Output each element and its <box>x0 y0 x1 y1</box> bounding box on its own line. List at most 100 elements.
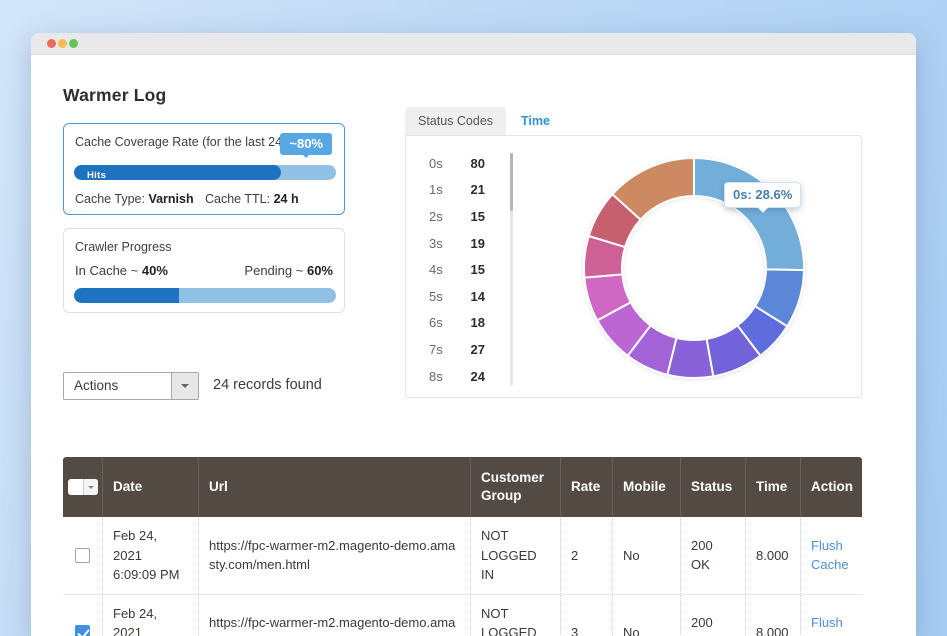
status-list-label: 0s <box>429 156 453 171</box>
column-header-url[interactable]: Url <box>199 457 471 517</box>
chart-panel: 0s801s212s153s194s155s146s187s278s24 0s:… <box>405 135 862 398</box>
action-cell: Flush Cache <box>801 517 862 594</box>
status-cell: 200 OK <box>681 517 746 594</box>
cache-type-value: Varnish <box>148 192 193 206</box>
crawler-progress-card: Crawler Progress In Cache ~ 40% Pending … <box>63 228 345 313</box>
status-list-value: 18 <box>453 315 485 330</box>
status-list-row: 6s18 <box>429 310 485 337</box>
status-list-label: 8s <box>429 369 453 384</box>
window-zoom-button[interactable] <box>69 39 78 48</box>
column-header-time[interactable]: Time <box>746 457 801 517</box>
crawler-progress-title: Crawler Progress <box>75 240 172 254</box>
table-header-checkbox-cell <box>63 457 103 517</box>
date-line: Feb 24, 2021 <box>113 526 188 565</box>
time-cell: 8.000 <box>746 595 801 636</box>
tab-status-codes[interactable]: Status Codes <box>405 107 506 135</box>
crawler-progress-fill <box>74 288 179 303</box>
select-all-checkbox[interactable] <box>68 479 98 495</box>
column-header-date[interactable]: Date <box>103 457 199 517</box>
table-header-row: DateUrlCustomer GroupRateMobileStatusTim… <box>63 457 862 517</box>
cache-coverage-card: Cache Coverage Rate (for the last 24 h) … <box>63 123 345 215</box>
chart-tooltip-text: 0s: 28.6% <box>733 187 792 202</box>
status-list-label: 6s <box>429 315 453 330</box>
coverage-meta: Cache Type: Varnish Cache TTL: 24 h <box>75 192 335 206</box>
status-list-row: 8s24 <box>429 363 485 390</box>
status-list-label: 7s <box>429 342 453 357</box>
status-list-row: 3s19 <box>429 230 485 257</box>
status-list-value: 14 <box>453 289 485 304</box>
status-list-row: 5s14 <box>429 283 485 310</box>
column-header-customer-group[interactable]: Customer Group <box>471 457 561 517</box>
column-header-mobile[interactable]: Mobile <box>613 457 681 517</box>
actions-dropdown-label: Actions <box>74 373 118 399</box>
actions-dropdown-caret-box[interactable] <box>171 373 198 399</box>
window-close-button[interactable] <box>47 39 56 48</box>
crawler-progress-bar <box>74 288 336 303</box>
time-distribution-list: 0s801s212s153s194s155s146s187s278s24 <box>429 150 485 389</box>
flush-cache-link[interactable]: Flush Cache <box>811 613 852 636</box>
row-checkbox-cell <box>63 517 103 594</box>
table-body: Feb 24, 20216:09:09 PMhttps://fpc-warmer… <box>63 517 862 636</box>
coverage-progress-fill: Hits <box>74 165 281 180</box>
status-list-value: 21 <box>453 182 485 197</box>
time-cell: 8.000 <box>746 517 801 594</box>
records-count: 24 records found <box>213 377 322 393</box>
customer-group-cell: NOT LOGGED IN <box>471 595 561 636</box>
list-scrollbar-thumb[interactable] <box>510 153 513 211</box>
donut-slice-0s[interactable] <box>694 158 804 270</box>
status-list-value: 15 <box>453 262 485 277</box>
action-cell: Flush Cache <box>801 595 862 636</box>
status-list-row: 7s27 <box>429 336 485 363</box>
column-header-status[interactable]: Status <box>681 457 746 517</box>
table-row: Feb 24, 20216:09:09 PMhttps://fpc-warmer… <box>63 517 862 595</box>
app-window: Warmer Log Cache Coverage Rate (for the … <box>31 33 916 636</box>
in-cache-value: 40% <box>142 263 168 278</box>
flush-cache-link[interactable]: Flush Cache <box>811 536 852 575</box>
column-header-action[interactable]: Action <box>801 457 862 517</box>
pending-label: Pending ~ <box>244 263 303 278</box>
coverage-progress-bar: Hits <box>74 165 336 180</box>
status-list-label: 2s <box>429 209 453 224</box>
cache-coverage-title: Cache Coverage Rate (for the last 24 h) <box>75 135 297 149</box>
desktop-background: Warmer Log Cache Coverage Rate (for the … <box>0 0 947 636</box>
row-checkbox-cell <box>63 595 103 636</box>
status-list-row: 2s15 <box>429 203 485 230</box>
cache-ttl-label: Cache TTL: <box>205 192 270 206</box>
status-list-row: 4s15 <box>429 256 485 283</box>
customer-group-cell: NOT LOGGED IN <box>471 517 561 594</box>
select-all-box[interactable] <box>68 479 83 495</box>
row-checkbox[interactable] <box>75 548 90 563</box>
chart-tooltip: 0s: 28.6% <box>724 182 801 208</box>
column-header-rate[interactable]: Rate <box>561 457 613 517</box>
date-line: Feb 24, 2021 <box>113 604 188 636</box>
pending-value: 60% <box>307 263 333 278</box>
coverage-bar-label: Hits <box>74 168 106 180</box>
actions-dropdown[interactable]: Actions <box>63 372 199 400</box>
status-list-value: 80 <box>453 156 485 171</box>
cache-ttl-value: 24 h <box>274 192 299 206</box>
list-scrollbar[interactable] <box>510 153 513 386</box>
rate-cell: 2 <box>561 517 613 594</box>
page-title: Warmer Log <box>63 85 166 106</box>
status-cell: 200 OK <box>681 595 746 636</box>
select-all-dropdown-caret[interactable] <box>83 479 98 495</box>
in-cache-label: In Cache ~ <box>75 263 138 278</box>
status-list-value: 19 <box>453 236 485 251</box>
mobile-cell: No <box>613 595 681 636</box>
date-cell: Feb 24, 202111:59:56 AM <box>103 595 199 636</box>
coverage-percent-badge: ~80% <box>280 133 332 155</box>
status-list-label: 4s <box>429 262 453 277</box>
status-list-value: 27 <box>453 342 485 357</box>
status-list-value: 24 <box>453 369 485 384</box>
url-cell: https://fpc-warmer-m2.magento-demo.amast… <box>199 517 471 594</box>
chevron-down-icon <box>181 384 189 392</box>
window-minimize-button[interactable] <box>58 39 67 48</box>
window-titlebar <box>31 33 916 55</box>
cache-type-label: Cache Type: <box>75 192 145 206</box>
status-list-label: 3s <box>429 236 453 251</box>
mobile-cell: No <box>613 517 681 594</box>
status-list-row: 1s21 <box>429 177 485 204</box>
crawler-progress-labels: In Cache ~ 40% Pending ~ 60% <box>75 263 333 278</box>
tab-time[interactable]: Time <box>521 107 550 135</box>
row-checkbox[interactable] <box>75 625 90 636</box>
